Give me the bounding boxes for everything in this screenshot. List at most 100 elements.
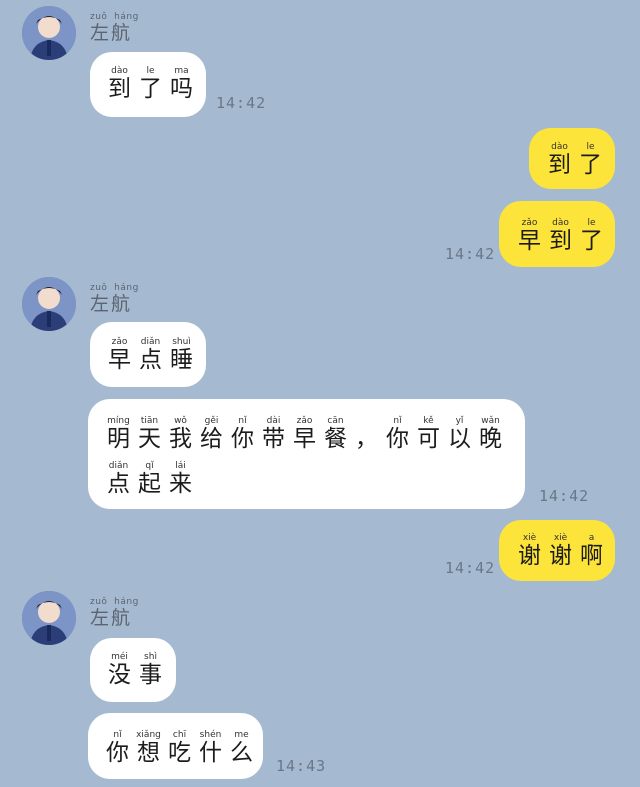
message-line: dào 到 le 了 ma 吗	[106, 66, 206, 103]
hanzi: 事	[139, 662, 162, 688]
hanzi: 早	[108, 347, 131, 373]
hanzi: 睡	[170, 347, 193, 373]
pinyin: zǎo	[521, 218, 538, 228]
hanzi: 吃	[168, 740, 191, 766]
ruby-char: ma 吗	[168, 66, 195, 103]
ruby-char: kě 可	[415, 416, 442, 453]
message-bubble[interactable]: méi 没 shì 事	[90, 638, 176, 702]
ruby-char: qǐ 起	[136, 461, 163, 498]
ruby-char: shuì 睡	[168, 337, 195, 374]
ruby-char: xiè 谢	[516, 533, 543, 570]
ruby-char: nǐ 你	[104, 730, 131, 767]
message-bubble[interactable]: zǎo 早 diǎn 点 shuì 睡	[90, 322, 206, 387]
hanzi: 你	[231, 426, 254, 452]
pinyin: méi	[111, 652, 128, 662]
message-line: zǎo 早 diǎn 点 shuì 睡	[106, 337, 206, 374]
hanzi: 谢	[549, 543, 572, 569]
sender-name: zuǒ háng 左航	[90, 597, 139, 629]
ruby-char: diǎn 点	[137, 337, 164, 374]
hanzi: 可	[417, 426, 440, 452]
message-bubble[interactable]: dào 到 le 了 ma 吗	[90, 52, 206, 117]
hanzi: 到	[108, 76, 131, 102]
message-bubble[interactable]: xiè 谢 xiè 谢 a 啊	[499, 520, 615, 581]
message-line: míng 明 tiān 天 wǒ 我 gěi 给 nǐ 你 dài 带 zǎo 早 cān 餐， nǐ 你 kě 可 y…	[105, 416, 525, 453]
message-bubble[interactable]: zǎo 早 dào 到 le 了	[499, 201, 615, 267]
hanzi: 谢	[518, 543, 541, 569]
message-bubble[interactable]: dào 到 le 了	[529, 128, 615, 189]
hanzi: 想	[137, 740, 160, 766]
message-time: 14:43	[276, 757, 327, 775]
ruby-char: le 了	[577, 142, 604, 179]
hanzi: 早	[518, 228, 541, 254]
pinyin: le	[586, 142, 595, 152]
ruby-char: le 了	[578, 218, 605, 255]
pinyin: zǎo	[296, 416, 313, 426]
pinyin: xiè	[522, 533, 537, 543]
ruby-char: lái 来	[167, 461, 194, 498]
avatar[interactable]	[22, 591, 76, 645]
message-line: xiè 谢 xiè 谢 a 啊	[516, 533, 615, 570]
pinyin: me	[234, 730, 249, 740]
ruby-char: tiān 天	[136, 416, 163, 453]
hanzi: 么	[230, 740, 253, 766]
hanzi: 到	[548, 152, 571, 178]
ruby-char: yǐ 以	[446, 416, 473, 453]
message-line: dào 到 le 了	[546, 142, 615, 179]
ruby-char: zǎo 早	[516, 218, 543, 255]
ruby-char: méi 没	[106, 652, 133, 689]
message-time: 14:42	[539, 487, 590, 505]
hanzi: 什	[199, 740, 222, 766]
hanzi: 天	[138, 426, 161, 452]
ruby-char: dào 到	[547, 218, 574, 255]
hanzi: 点	[107, 471, 130, 497]
hanzi: 到	[549, 228, 572, 254]
pinyin: ma	[174, 66, 189, 76]
message-line: diǎn 点 qǐ 起 lái 来	[105, 461, 525, 498]
pinyin: xiè	[553, 533, 568, 543]
hanzi: 给	[200, 426, 223, 452]
hanzi: 啊	[580, 543, 603, 569]
hanzi: 没	[108, 662, 131, 688]
pinyin: le	[146, 66, 155, 76]
hanzi: 以	[448, 426, 471, 452]
pinyin: míng	[107, 416, 130, 426]
ruby-char: ，	[353, 416, 380, 453]
ruby-char: zǎo 早	[106, 337, 133, 374]
pinyin: wǒ	[174, 416, 187, 426]
hanzi: 餐	[324, 426, 347, 452]
message-bubble[interactable]: nǐ 你 xiǎng 想 chī 吃 shén 什 me 么	[88, 713, 263, 779]
ruby-char: me 么	[228, 730, 255, 767]
hanzi: 来	[169, 471, 192, 497]
hanzi: 吗	[170, 76, 193, 102]
ruby-char: dài 带	[260, 416, 287, 453]
pinyin: shuì	[172, 337, 191, 347]
ruby-char: wǎn 晚	[477, 416, 504, 453]
pinyin: chī	[172, 730, 187, 740]
message-bubble[interactable]: míng 明 tiān 天 wǒ 我 gěi 给 nǐ 你 dài 带 zǎo 早 cān 餐， nǐ 你 kě 可 y…	[88, 399, 525, 509]
ruby-char: diǎn 点	[105, 461, 132, 498]
pinyin: dào	[551, 142, 568, 152]
avatar[interactable]	[22, 277, 76, 331]
hanzi: 了	[579, 152, 602, 178]
hanzi: 点	[139, 347, 162, 373]
ruby-char: xiǎng 想	[135, 730, 162, 767]
pinyin: zǎo	[111, 337, 128, 347]
ruby-char: wǒ 我	[167, 416, 194, 453]
pinyin: tiān	[140, 416, 159, 426]
pinyin: diǎn	[140, 337, 161, 347]
ruby-char: nǐ 你	[229, 416, 256, 453]
pinyin: le	[587, 218, 596, 228]
ruby-char: a啊	[578, 533, 605, 570]
ruby-char: dào 到	[546, 142, 573, 179]
message-line: méi 没 shì 事	[106, 652, 176, 689]
ruby-char: cān 餐	[322, 416, 349, 453]
pinyin: dào	[552, 218, 569, 228]
sender-name: zuǒ háng 左航	[90, 283, 139, 315]
avatar[interactable]	[22, 6, 76, 60]
hanzi: ，	[355, 426, 378, 452]
ruby-char: chī 吃	[166, 730, 193, 767]
message-line: zǎo 早 dào 到 le 了	[516, 218, 615, 255]
hanzi: 我	[169, 426, 192, 452]
message-time: 14:42	[445, 245, 496, 263]
pinyin: nǐ	[393, 416, 402, 426]
